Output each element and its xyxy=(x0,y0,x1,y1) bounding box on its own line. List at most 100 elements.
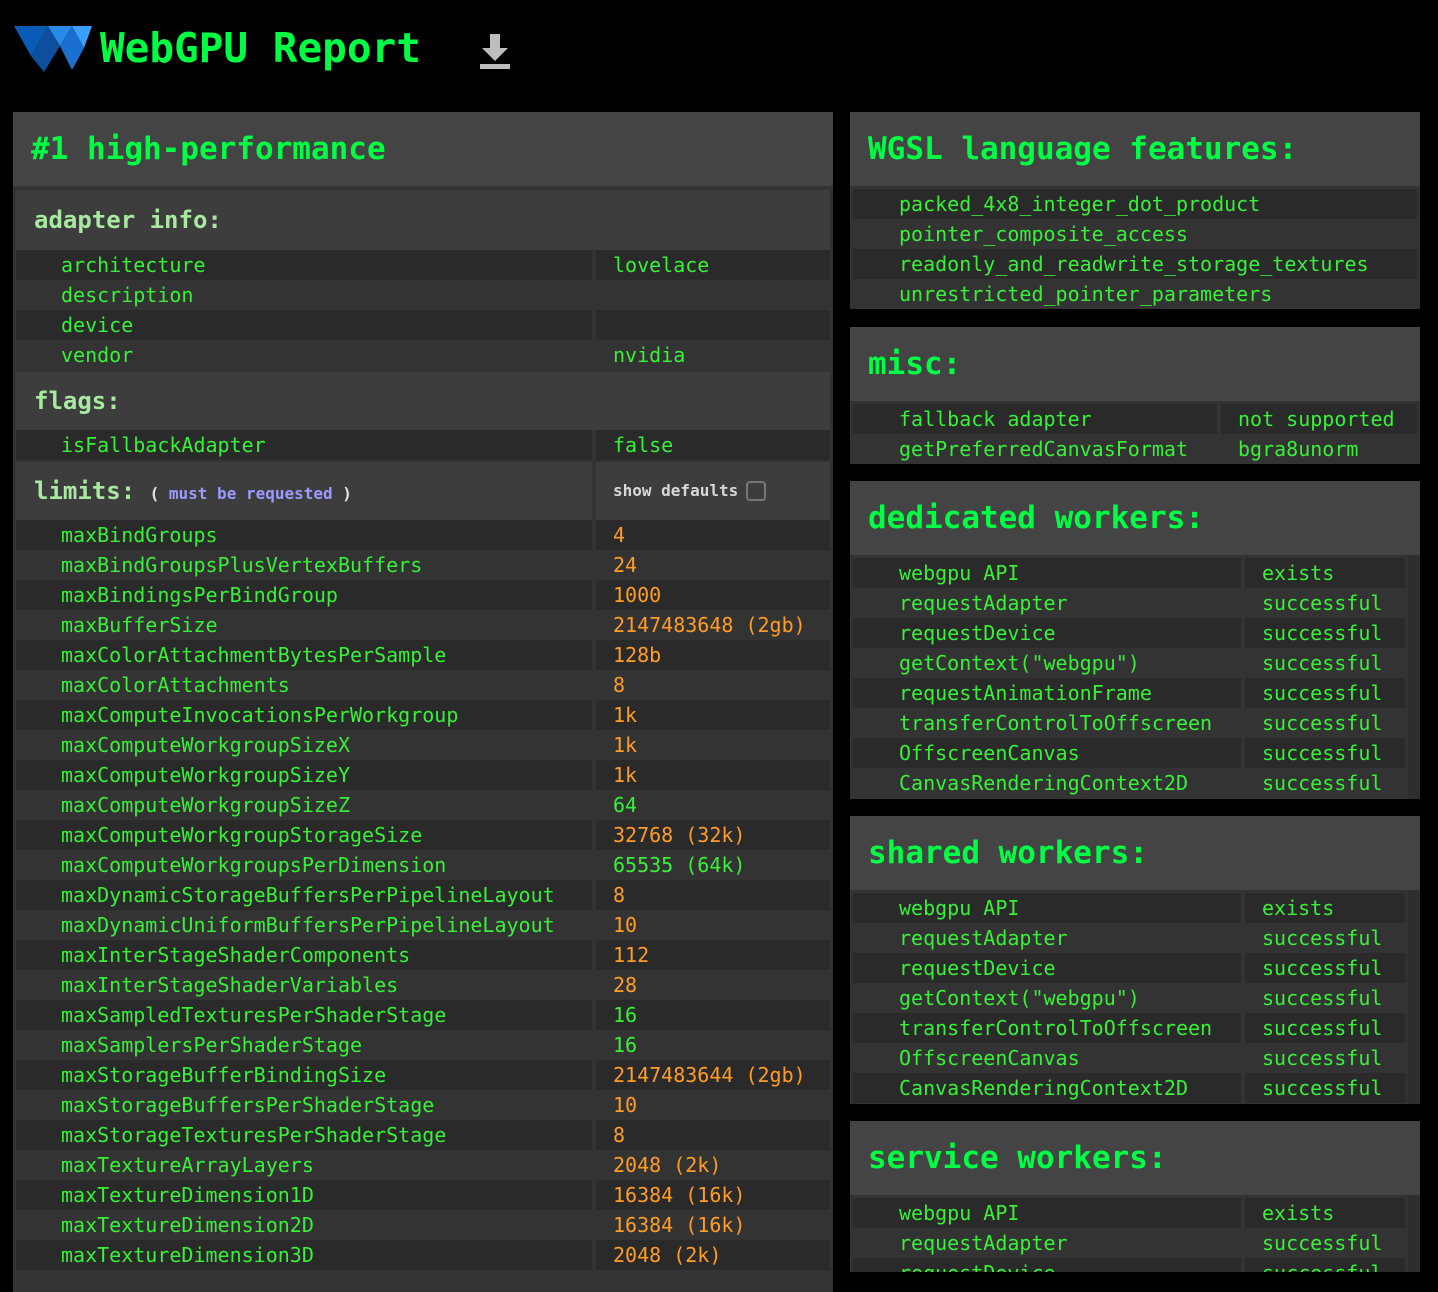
limits-note-open: ( xyxy=(149,484,160,503)
row-value: 128b xyxy=(596,640,830,670)
limits-label: limits: xyxy=(34,477,136,505)
row-value: successful xyxy=(1245,1228,1405,1258)
limits-note-close: ) xyxy=(342,484,352,503)
limit-row: maxDynamicUniformBuffersPerPipelineLayou… xyxy=(16,910,830,940)
limit-row: maxInterStageShaderVariables 28 xyxy=(16,970,830,1000)
row-key: getContext("webgpu") xyxy=(853,983,1241,1013)
service-workers-scrollbar[interactable] xyxy=(1408,1195,1420,1272)
worker-row: webgpu API exists xyxy=(853,558,1405,588)
row-value: 2048 (2k) xyxy=(596,1150,830,1180)
row-value: 2147483648 (2gb) xyxy=(596,610,830,640)
row-key: maxComputeWorkgroupSizeZ xyxy=(16,790,592,820)
worker-row: requestAdapter successful xyxy=(853,588,1405,618)
row-key: maxBufferSize xyxy=(16,610,592,640)
row-value: 16 xyxy=(596,1000,830,1030)
row-key: maxInterStageShaderVariables xyxy=(16,970,592,1000)
limit-row: maxSamplersPerShaderStage 16 xyxy=(16,1030,830,1060)
row-key: requestAdapter xyxy=(853,1228,1241,1258)
row-value: exists xyxy=(1245,893,1405,923)
row-value: successful xyxy=(1245,1043,1405,1073)
shared-workers-panel: shared workers: webgpu API exists requestA… xyxy=(850,816,1420,1104)
row-value: successful xyxy=(1245,618,1405,648)
limits-note: ( must be requested ) xyxy=(150,484,352,503)
dedicated-workers-panel: dedicated workers: webgpu API exists reque… xyxy=(850,481,1420,799)
limit-row: maxTextureDimension3D 2048 (2k) xyxy=(16,1240,830,1270)
row-key: OffscreenCanvas xyxy=(853,1043,1241,1073)
row-key: maxStorageBuffersPerShaderStage xyxy=(16,1090,592,1120)
row-key: maxInterStageShaderComponents xyxy=(16,940,592,970)
row-key: requestAdapter xyxy=(853,588,1241,618)
limit-row: maxBindingsPerBindGroup 1000 xyxy=(16,580,830,610)
limit-row: maxDynamicStorageBuffersPerPipelineLayou… xyxy=(16,880,830,910)
limit-row: maxComputeWorkgroupsPerDimension 65535 (6… xyxy=(16,850,830,880)
row-key: maxBindGroups xyxy=(16,520,592,550)
row-value: 8 xyxy=(596,880,830,910)
row-key: transferControlToOffscreen xyxy=(853,708,1241,738)
dedicated-workers-table: webgpu API exists requestAdapter successful… xyxy=(850,558,1408,798)
row-value: 2147483644 (2gb) xyxy=(596,1060,830,1090)
limit-row: maxBufferSize 2147483648 (2gb) xyxy=(16,610,830,640)
row-key: maxComputeInvocationsPerWorkgroup xyxy=(16,700,592,730)
row-key: maxColorAttachmentBytesPerSample xyxy=(16,640,592,670)
row-value: 1000 xyxy=(596,580,830,610)
webgpu-report-page: WebGPU Report #1 high-performance adapte… xyxy=(0,0,1438,1292)
row-key: requestDevice xyxy=(853,618,1241,648)
limit-row: maxSampledTexturesPerShaderStage 16 xyxy=(16,1000,830,1030)
limits-heading: limits: ( must be requested ) xyxy=(16,462,592,520)
row-key: maxDynamicUniformBuffersPerPipelineLayou… xyxy=(16,910,592,940)
row-key: architecture xyxy=(16,250,592,280)
limit-row: maxComputeWorkgroupSizeY 1k xyxy=(16,760,830,790)
limit-row: maxTextureDimension2D 16384 (16k) xyxy=(16,1210,830,1240)
show-defaults-checkbox[interactable] xyxy=(746,481,767,501)
row-value: lovelace xyxy=(596,250,830,280)
service-workers-panel: service workers: webgpu API exists request… xyxy=(850,1121,1420,1272)
worker-row: CanvasRenderingContext2D successful xyxy=(853,768,1405,798)
row-key: maxComputeWorkgroupSizeY xyxy=(16,760,592,790)
misc-title: misc: xyxy=(850,327,1420,401)
row-value: 24 xyxy=(596,550,830,580)
row-key: maxBindGroupsPlusVertexBuffers xyxy=(16,550,592,580)
adapter-info-row: description xyxy=(16,280,830,310)
row-value: successful xyxy=(1245,1073,1405,1103)
row-value: exists xyxy=(1245,558,1405,588)
service-workers-title: service workers: xyxy=(850,1121,1420,1195)
row-key: maxStorageTexturesPerShaderStage xyxy=(16,1120,592,1150)
download-icon[interactable] xyxy=(478,32,512,70)
site-title: WebGPU Report xyxy=(100,24,421,72)
row-key: isFallbackAdapter xyxy=(16,430,592,460)
worker-row: getContext("webgpu") successful xyxy=(853,983,1405,1013)
row-key: getPreferredCanvasFormat xyxy=(853,434,1217,464)
row-key: OffscreenCanvas xyxy=(853,738,1241,768)
row-key: requestAdapter xyxy=(853,923,1241,953)
row-value: successful xyxy=(1245,1013,1405,1043)
limit-row: maxStorageBuffersPerShaderStage 10 xyxy=(16,1090,830,1120)
row-value: 112 xyxy=(596,940,830,970)
row-value: 1k xyxy=(596,730,830,760)
dedicated-workers-scrollbar[interactable] xyxy=(1408,555,1420,799)
row-value: 1k xyxy=(596,700,830,730)
limit-row: maxTextureDimension1D 16384 (16k) xyxy=(16,1180,830,1210)
row-key: webgpu API xyxy=(853,1198,1241,1228)
row-value: 16384 (16k) xyxy=(596,1180,830,1210)
row-value: 2048 (2k) xyxy=(596,1240,830,1270)
shared-workers-scrollbar[interactable] xyxy=(1408,890,1420,1104)
limit-row: maxComputeWorkgroupSizeX 1k xyxy=(16,730,830,760)
row-value: successful xyxy=(1245,1258,1405,1272)
row-value: 16 xyxy=(596,1030,830,1060)
wgsl-features-panel: WGSL language features: packed_4x8_integ… xyxy=(850,112,1420,309)
show-defaults-control[interactable]: show defaults xyxy=(596,462,830,520)
limit-row: maxColorAttachmentBytesPerSample 128b xyxy=(16,640,830,670)
row-value: successful xyxy=(1245,983,1405,1013)
adapter-info-row: architecture lovelace xyxy=(16,250,830,280)
adapter-info-row: device xyxy=(16,310,830,340)
row-key: maxColorAttachments xyxy=(16,670,592,700)
worker-row: transferControlToOffscreen successful xyxy=(853,708,1405,738)
worker-row: OffscreenCanvas successful xyxy=(853,1043,1405,1073)
worker-row: requestDevicesuccessful xyxy=(853,618,1405,648)
row-value: 10 xyxy=(596,1090,830,1120)
limit-row: maxColorAttachments 8 xyxy=(16,670,830,700)
row-key: maxTextureDimension2D xyxy=(16,1210,592,1240)
row-value: false xyxy=(596,430,830,460)
wgsl-feature-row: pointer_composite_access xyxy=(853,219,1417,249)
misc-table: fallback adapter not supported getPreferre… xyxy=(850,404,1420,464)
